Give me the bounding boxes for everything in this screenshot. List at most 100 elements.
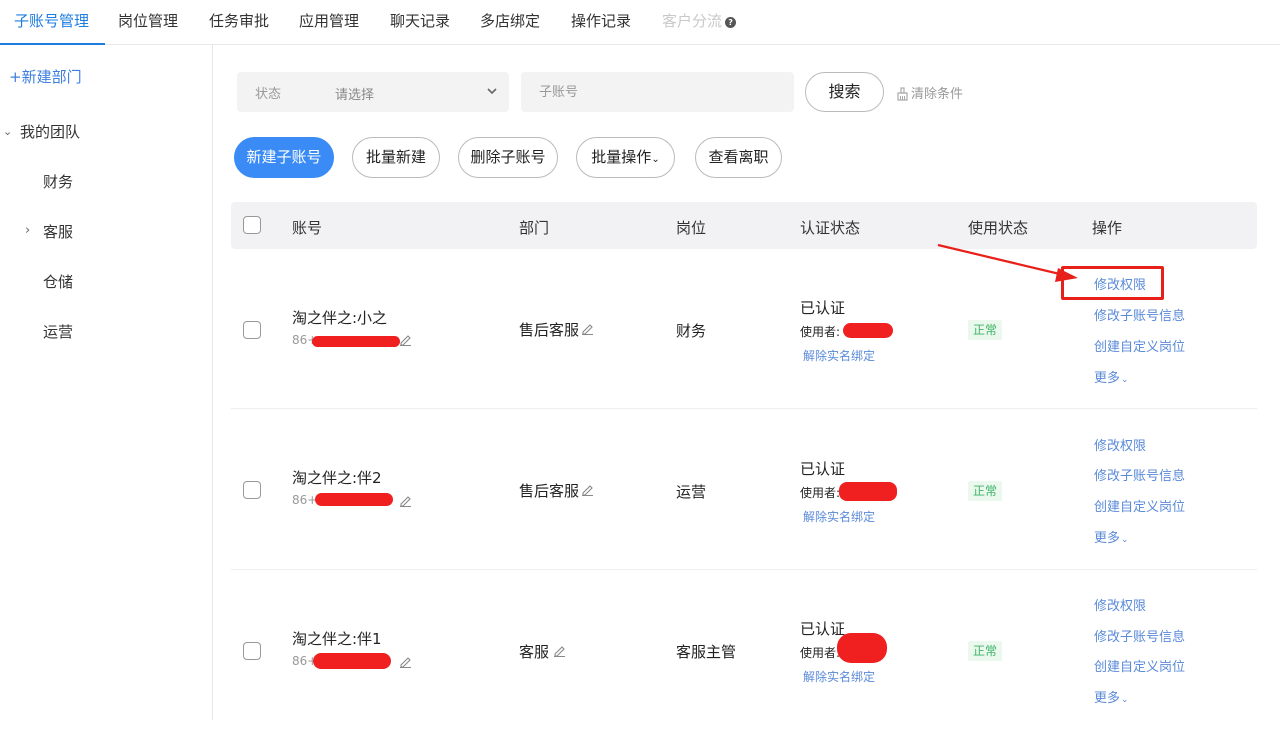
sidebar-item-warehouse[interactable]: 仓储 xyxy=(43,271,73,292)
question-circle-icon[interactable]: ? xyxy=(725,17,737,28)
column-header-actions: 操作 xyxy=(1092,219,1123,237)
column-header-usage-status: 使用状态 xyxy=(968,219,1029,237)
status-badge: 正常 xyxy=(968,481,1002,501)
broom-icon xyxy=(897,87,908,101)
tab-task-approval[interactable]: 任务审批 xyxy=(209,0,269,44)
more-label: 更多 xyxy=(1094,531,1121,546)
annotation-highlight-box xyxy=(1061,266,1164,300)
more-dropdown[interactable]: 更多⌄ xyxy=(1094,367,1129,386)
position-value: 运营 xyxy=(676,483,707,501)
clear-filters-button[interactable]: 清除条件 xyxy=(896,83,963,102)
clear-filters-label: 清除条件 xyxy=(911,87,964,102)
unbind-real-name-link[interactable]: 解除实名绑定 xyxy=(803,668,875,685)
table-header: 账号 部门 岗位 认证状态 使用状态 操作 xyxy=(231,202,1257,249)
more-label: 更多 xyxy=(1094,371,1121,386)
table-row: 淘之伴之:伴1 86+ 客服 客服主管 已认证 使用者: 解除实名绑定 正常 修… xyxy=(231,571,1257,731)
user-label: 使用者: xyxy=(800,646,841,660)
redaction-mark xyxy=(837,633,887,663)
search-button[interactable]: 搜索 xyxy=(805,72,884,112)
status-badge: 正常 xyxy=(968,641,1002,661)
column-header-position: 岗位 xyxy=(676,219,707,237)
tab-chat-records[interactable]: 聊天记录 xyxy=(390,0,450,44)
edit-sub-account-info-link[interactable]: 修改子账号信息 xyxy=(1094,305,1185,324)
status-select-placeholder: 请选择 xyxy=(335,88,375,103)
more-dropdown[interactable]: 更多⌄ xyxy=(1094,527,1129,546)
account-phone: 86+ xyxy=(292,493,318,507)
select-all-checkbox[interactable] xyxy=(243,216,261,234)
sidebar-item-operations[interactable]: 运营 xyxy=(43,321,73,342)
status-badge: 正常 xyxy=(968,320,1002,340)
row-checkbox[interactable] xyxy=(243,642,261,660)
redaction-mark xyxy=(839,482,897,501)
pencil-icon[interactable] xyxy=(399,655,412,668)
redaction-mark xyxy=(313,653,391,669)
unbind-real-name-link[interactable]: 解除实名绑定 xyxy=(803,508,875,525)
chevron-down-icon: ⌄ xyxy=(1121,375,1129,385)
redaction-mark xyxy=(312,336,400,347)
chevron-right-icon[interactable]: › xyxy=(25,223,30,238)
new-department-button[interactable]: +新建部门 xyxy=(9,66,82,87)
account-name: 淘之伴之:伴2 xyxy=(292,469,382,487)
sidebar-item-finance[interactable]: 财务 xyxy=(43,171,73,192)
sidebar-item-customer-service[interactable]: 客服 xyxy=(43,221,73,242)
tab-sub-accounts[interactable]: 子账号管理 xyxy=(0,0,106,45)
status-select-label: 状态 xyxy=(255,87,282,102)
tab-multi-store[interactable]: 多店绑定 xyxy=(480,0,540,44)
chevron-down-icon: ⌄ xyxy=(1121,695,1129,705)
position-value: 客服主管 xyxy=(676,643,737,661)
table-row: 淘之伴之:伴2 86+ 售后客服 运营 已认证 使用者: 解除实名绑定 正常 修… xyxy=(231,410,1257,570)
edit-permissions-link[interactable]: 修改权限 xyxy=(1094,435,1146,454)
auth-status: 已认证 xyxy=(800,460,846,478)
new-sub-account-button[interactable]: 新建子账号 xyxy=(234,137,334,178)
user-label: 使用者: xyxy=(800,486,841,500)
create-custom-position-link[interactable]: 创建自定义岗位 xyxy=(1094,336,1185,355)
more-dropdown[interactable]: 更多⌄ xyxy=(1094,687,1129,706)
edit-sub-account-info-link[interactable]: 修改子账号信息 xyxy=(1094,465,1185,484)
tab-customer-routing-label: 客户分流 xyxy=(662,12,723,30)
pencil-icon[interactable] xyxy=(553,644,566,657)
row-checkbox[interactable] xyxy=(243,321,261,339)
tab-positions[interactable]: 岗位管理 xyxy=(118,0,178,44)
create-custom-position-link[interactable]: 创建自定义岗位 xyxy=(1094,496,1185,515)
redaction-mark xyxy=(843,323,893,338)
tab-customer-routing: 客户分流? xyxy=(662,0,737,44)
auth-status: 已认证 xyxy=(800,299,846,317)
tab-app-management[interactable]: 应用管理 xyxy=(299,0,359,44)
top-nav: 子账号管理 岗位管理 任务审批 应用管理 聊天记录 多店绑定 操作记录 客户分流… xyxy=(0,0,1280,45)
redaction-mark xyxy=(315,493,393,506)
view-resigned-button[interactable]: 查看离职 xyxy=(695,137,782,178)
department-value: 售后客服 xyxy=(519,482,580,500)
batch-operations-button[interactable]: 批量操作⌄ xyxy=(576,137,675,178)
pencil-icon[interactable] xyxy=(581,322,594,335)
account-name: 淘之伴之:小之 xyxy=(292,309,388,327)
column-header-department: 部门 xyxy=(519,219,550,237)
sub-account-input[interactable] xyxy=(521,72,794,112)
create-custom-position-link[interactable]: 创建自定义岗位 xyxy=(1094,656,1185,675)
edit-permissions-link[interactable]: 修改权限 xyxy=(1094,595,1146,614)
chevron-down-icon xyxy=(487,88,497,95)
sidebar-item-my-team[interactable]: 我的团队 xyxy=(20,121,80,142)
status-select[interactable]: 状态 请选择 xyxy=(237,72,509,112)
position-value: 财务 xyxy=(676,322,707,340)
sidebar: +新建部门 ⌄ 我的团队 财务 › 客服 仓储 运营 xyxy=(0,45,213,720)
delete-sub-account-button[interactable]: 删除子账号 xyxy=(458,137,558,178)
more-label: 更多 xyxy=(1094,691,1121,706)
chevron-down-icon: ⌄ xyxy=(1121,535,1129,545)
tab-operation-log[interactable]: 操作记录 xyxy=(571,0,631,44)
pencil-icon[interactable] xyxy=(399,333,412,346)
unbind-real-name-link[interactable]: 解除实名绑定 xyxy=(803,347,875,364)
edit-sub-account-info-link[interactable]: 修改子账号信息 xyxy=(1094,626,1185,645)
row-checkbox[interactable] xyxy=(243,481,261,499)
column-header-auth-status: 认证状态 xyxy=(800,219,861,237)
chevron-down-icon[interactable]: ⌄ xyxy=(3,125,12,138)
user-label: 使用者: xyxy=(800,325,841,339)
department-value: 客服 xyxy=(519,643,550,661)
department-value: 售后客服 xyxy=(519,321,580,339)
pencil-icon[interactable] xyxy=(581,483,594,496)
pencil-icon[interactable] xyxy=(399,494,412,507)
column-header-account: 账号 xyxy=(292,219,323,237)
batch-operations-label: 批量操作 xyxy=(591,148,652,166)
chevron-down-icon: ⌄ xyxy=(651,154,660,165)
batch-create-button[interactable]: 批量新建 xyxy=(352,137,440,178)
account-name: 淘之伴之:伴1 xyxy=(292,630,382,648)
